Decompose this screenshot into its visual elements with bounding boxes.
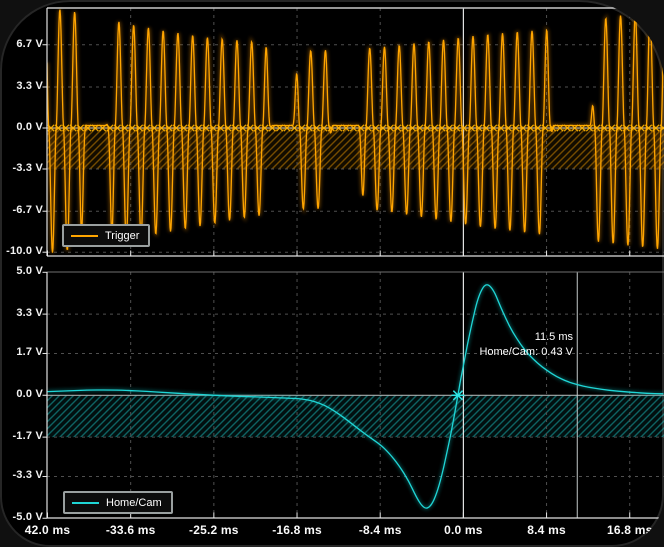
legend-homecam[interactable]: Home/Cam [63,491,173,514]
y-axis-tick-label: -1.7 V [0,430,43,442]
x-axis-tick-label: 42.0 ms [5,523,89,537]
cursor-tooltip: 11.5 ms Home/Cam: 0.43 V [479,330,573,360]
y-axis-tick-label: 6.7 V [0,38,43,50]
y-axis-tick-label: -10.0 V [0,245,43,257]
y-axis-tick-label: 0.0 V [0,121,43,133]
homecam-legend-line-icon [72,502,99,504]
threshold-band [47,395,664,437]
chart-trigger-plot[interactable] [43,8,664,256]
cursor-tooltip-time: 11.5 ms [479,330,573,345]
y-axis-tick-label: 3.3 V [0,80,43,92]
x-axis-tick-label: -16.8 ms [255,523,339,537]
x-axis-tick-label: -33.6 ms [89,523,173,537]
x-axis-tick-label: 16.8 ms [588,523,664,537]
y-axis-tick-label: 0.0 V [0,388,43,400]
x-axis-tick-label: -25.2 ms [172,523,256,537]
y-axis-tick-label: 5.0 V [0,265,43,277]
y-axis-tick-label: 1.7 V [0,346,43,358]
trigger-legend-line-icon [71,235,98,237]
x-axis-tick-label: -8.4 ms [338,523,422,537]
y-axis-tick-label: 3.3 V [0,307,43,319]
cursor-tooltip-value: Home/Cam: 0.43 V [479,345,573,360]
charts-canvas[interactable] [0,0,664,547]
legend-trigger[interactable]: Trigger [62,224,150,247]
y-axis-tick-label: -6.7 V [0,204,43,216]
chart-homecam-plot[interactable] [43,272,664,518]
x-axis-tick-label: 0.0 ms [421,523,505,537]
y-axis-tick-label: -5.0 V [0,511,43,523]
y-axis-tick-label: -3.3 V [0,162,43,174]
oscilloscope-window: 6.7 V 3.3 V 0.0 V -3.3 V -6.7 V -10.0 V 5.0 V 3… [0,0,664,547]
legend-trigger-label: Trigger [105,230,139,242]
y-axis-tick-label: -3.3 V [0,469,43,481]
x-axis-tick-label: 8.4 ms [505,523,589,537]
legend-homecam-label: Home/Cam [106,497,162,509]
